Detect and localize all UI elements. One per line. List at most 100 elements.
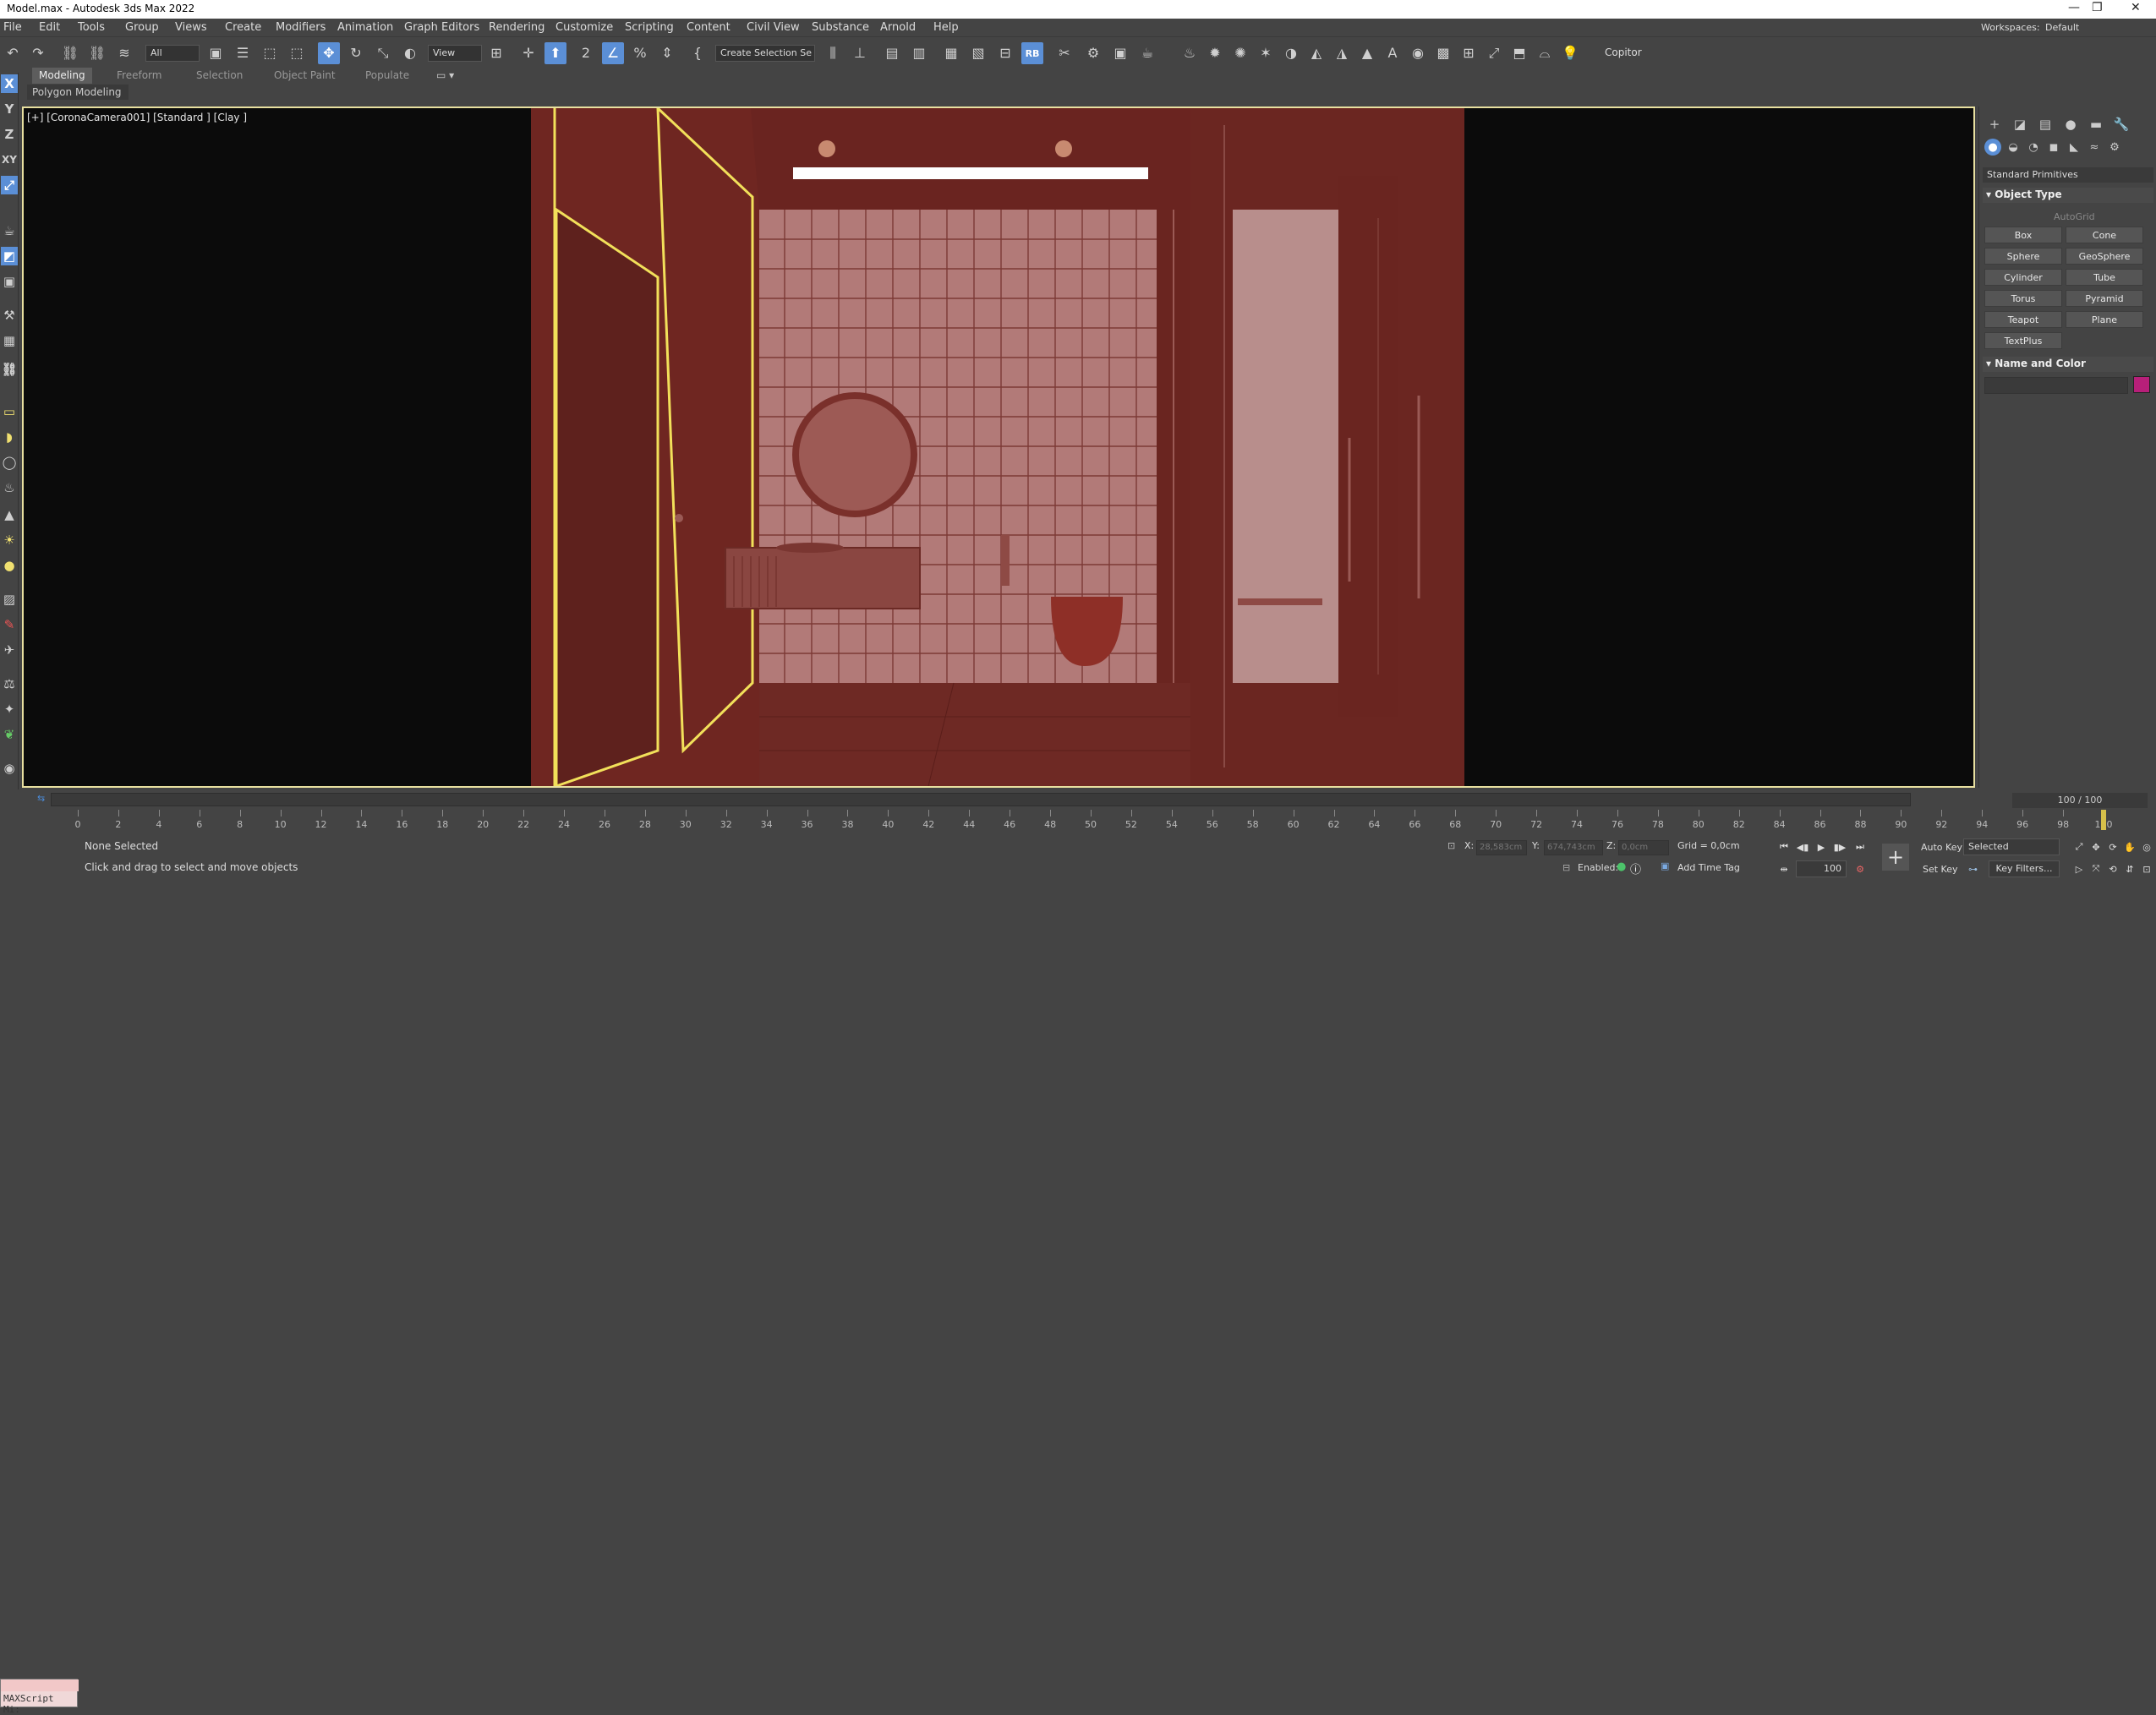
key-filter-icon[interactable]: ⊶ [1968,860,1978,877]
render-elements-icon[interactable]: ✶ [1255,42,1277,64]
render-view-icon[interactable]: ▣ [1,272,18,291]
menu-arnold[interactable]: Arnold [880,21,916,34]
select-by-name-icon[interactable]: ☰ [232,42,254,64]
mirror-icon[interactable]: ⫼ [822,42,844,64]
lights-icon[interactable]: ◔ [2025,139,2042,156]
hierarchy-tab-icon[interactable]: ▤ [2035,115,2055,134]
material-library-icon[interactable]: ◑ [1280,42,1302,64]
name-color-rollout[interactable]: ▾ Name and Color [1983,357,2153,372]
plant-tool-icon[interactable]: ❦ [1,725,18,744]
torus-button[interactable]: Torus [1984,290,2062,307]
enabled-dot-icon[interactable]: ● [1617,860,1626,876]
isolate-icon[interactable]: ⊡ [1447,840,1455,855]
teapot-button[interactable]: Teapot [1984,311,2062,328]
spinner-snap-icon[interactable]: ⇕ [656,42,678,64]
resize-tool-icon[interactable]: ⤢ [1483,42,1505,64]
playhead-marker[interactable] [2101,810,2106,830]
undo-icon[interactable]: ↶ [2,42,24,64]
placement-icon[interactable]: ◐ [399,42,421,64]
manipulate-icon[interactable]: ✛ [517,42,539,64]
dolly-icon[interactable]: ⇵ [2122,860,2137,877]
z-coord-field[interactable]: 0,0cm [1618,840,1669,855]
menu-views[interactable]: Views [175,21,207,34]
tab-object-paint[interactable]: Object Paint [267,68,342,84]
viewport-label[interactable]: [+] [CoronaCamera001] [Standard ] [Clay … [27,112,247,123]
material-editor-icon[interactable]: ✂ [1053,42,1075,64]
snaps-toggle-icon[interactable]: 2 [575,42,597,64]
omni-light-icon[interactable]: ● [1,556,18,575]
sun-icon[interactable]: ✹ [1204,42,1226,64]
copitor-label[interactable]: Copitor [1605,46,1642,58]
fov-icon[interactable]: ◎ [2139,838,2154,855]
pot-shape-icon[interactable]: ♨ [1,478,18,497]
prev-frame-icon[interactable]: ◀▮ [1794,838,1811,855]
menu-modifiers[interactable]: Modifiers [276,21,326,34]
shapes-icon[interactable]: ◒ [2005,139,2022,156]
menu-file[interactable]: File [3,21,22,34]
object-name-field[interactable] [1984,377,2128,394]
sphere-button[interactable]: Sphere [1984,248,2062,265]
bulb-tool-icon[interactable]: 💡 [1559,42,1581,64]
circle-shape-icon[interactable]: ◯ [1,453,18,472]
time-tag-icon[interactable]: ▣ [1661,860,1669,876]
play-view-icon[interactable]: ▷ [2071,860,2087,877]
lut-icon[interactable]: ◭ [1305,42,1327,64]
hatch-tool-icon[interactable]: ▨ [1,590,18,609]
axis-xy-button[interactable]: XY [1,150,18,169]
light-lister-icon[interactable]: ✺ [1229,42,1251,64]
selected-dropdown[interactable]: Selected [1963,838,2060,855]
lock-icon[interactable]: ⊟ [1562,862,1570,877]
key-filters-button[interactable]: Key Filters... [1989,860,2060,877]
ribbon-sub-panel[interactable]: Polygon Modeling [27,85,129,100]
close-button[interactable]: ✕ [2131,1,2141,14]
cylinder-button[interactable]: Cylinder [1984,269,2062,286]
vr-tool-icon[interactable]: ⌓ [1534,42,1556,64]
menu-graph-editors[interactable]: Graph Editors [404,21,479,34]
rectangle-shape-icon[interactable]: ▭ [1,402,18,421]
time-slider[interactable] [51,793,1911,806]
menu-civil-view[interactable]: Civil View [747,21,800,34]
window-crossing-icon[interactable]: ⬚ [286,42,308,64]
half-circle-shape-icon[interactable]: ◗ [1,428,18,446]
tab-freeform[interactable]: Freeform [110,68,168,84]
select-rotate-icon[interactable]: ↻ [345,42,367,64]
tab-populate[interactable]: Populate [358,68,416,84]
key-mode-icon[interactable]: ⇹ [1776,860,1792,877]
create-tab-icon[interactable]: + [1984,115,2005,134]
time-config-icon[interactable]: ⇆ [37,793,45,804]
link-icon[interactable]: ⛓ [59,42,81,64]
tab-modeling[interactable]: Modeling [32,68,92,84]
axis-constraint-icon[interactable]: ⤢ [1,176,18,194]
grid-plane-icon[interactable]: ▦ [1,331,18,350]
workspaces-dropdown[interactable]: Default [2045,22,2079,33]
viewport-camera[interactable]: [+] [CoronaCamera001] [Standard ] [Clay … [22,107,1975,788]
menu-create[interactable]: Create [225,21,261,34]
converter-icon[interactable]: ◮ [1331,42,1353,64]
object-type-rollout[interactable]: ▾ Object Type [1983,188,2153,203]
tube-button[interactable]: Tube [2066,269,2143,286]
maximize-viewport-icon[interactable]: ⊡ [2139,860,2154,877]
light-icon[interactable]: ♨ [1179,42,1201,64]
align-icon[interactable]: ⊥ [849,42,871,64]
schematic-view-icon[interactable]: ⊟ [994,42,1016,64]
menu-scripting[interactable]: Scripting [625,21,674,34]
named-selection-dropdown[interactable]: Create Selection Se [715,45,815,62]
teapot-icon[interactable]: ☕ [1,221,18,240]
render-production-icon[interactable]: ☕ [1136,42,1158,64]
x-coord-field[interactable]: 28,583cm [1476,840,1527,855]
menu-content[interactable]: Content [687,21,731,34]
grid-tool-icon[interactable]: ⊞ [1458,42,1480,64]
curve-editor-icon[interactable]: ▧ [967,42,989,64]
utilities-tab-icon[interactable]: 🔧 [2111,115,2131,134]
toggle-ribbon-icon[interactable]: ▦ [940,42,962,64]
link-tool-icon[interactable]: ⛓ [1,360,18,379]
axis-z-button[interactable]: Z [1,125,18,144]
select-move-icon[interactable]: ✥ [318,42,340,64]
zoom-all-icon[interactable]: ✥ [2088,838,2104,855]
play-icon[interactable]: ▶ [1813,838,1830,855]
add-time-tag-button[interactable]: Add Time Tag [1677,862,1740,877]
pivot-center-icon[interactable]: ⊞ [485,42,507,64]
axis-y-button[interactable]: Y [1,100,18,118]
cone-button[interactable]: Cone [2066,227,2143,243]
cameras-icon[interactable]: ◼ [2045,139,2062,156]
